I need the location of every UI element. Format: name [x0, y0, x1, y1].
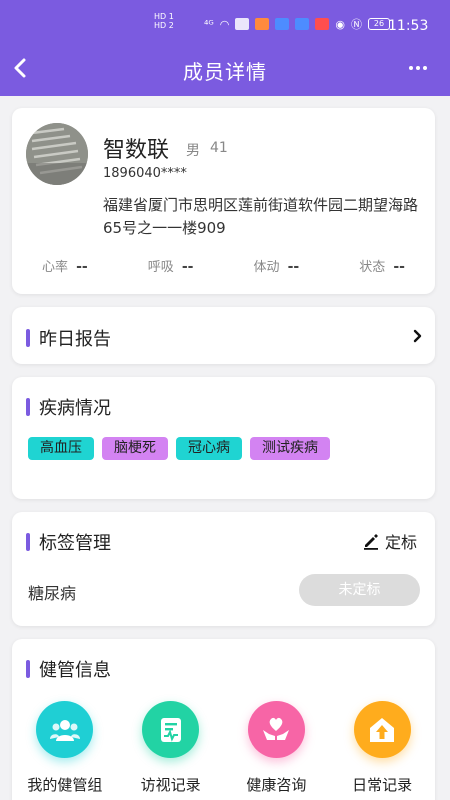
section-accent — [26, 533, 30, 551]
section-header: 标签管理 — [26, 529, 111, 555]
health-item-label: 我的健管组 — [27, 776, 103, 794]
app-notification-icon — [235, 18, 250, 30]
vitals-row: 心率 -- 呼吸 -- 体动 -- 状态 -- — [12, 256, 435, 275]
vital-label: 状态 — [359, 260, 386, 275]
health-item-label: 日常记录 — [352, 776, 413, 794]
vital-value: -- — [393, 259, 405, 275]
more-button[interactable] — [402, 54, 434, 82]
disease-card: 疾病情况 高血压 脑梗死 冠心病 测试疾病 — [12, 377, 435, 499]
section-title: 昨日报告 — [39, 329, 111, 350]
status-icons: ⁴ᴳ ◠ ◉ Ⓝ 26 — [204, 16, 390, 32]
member-address: 福建省厦门市思明区莲前街道软件园二期望海路65号之一一楼909 — [103, 196, 419, 237]
eye-icon: ◉ — [335, 17, 345, 31]
tag-row-label: 糖尿病 — [28, 584, 77, 603]
chevron-right-icon — [413, 329, 422, 343]
status-time: 11:53 — [388, 18, 429, 34]
health-item-label: 健康咨询 — [246, 776, 307, 794]
tag-management-card: 标签管理 定标 糖尿病 未定标 — [12, 512, 435, 626]
more-icon — [409, 66, 413, 70]
vital-value: -- — [181, 259, 194, 275]
health-item-visit[interactable]: 访视记录 — [118, 701, 224, 795]
section-title: 健管信息 — [39, 660, 111, 681]
app-notification-icon — [255, 18, 270, 30]
visit-record-icon — [142, 701, 200, 758]
nfc-icon: Ⓝ — [351, 18, 362, 31]
mark-tag-label: 定标 — [385, 533, 418, 552]
health-item-daily[interactable]: 日常记录 — [329, 701, 435, 795]
mark-tag-button[interactable]: 定标 — [362, 529, 417, 553]
vital-status: 状态 -- — [329, 256, 435, 275]
member-phone: 1896040**** — [103, 166, 187, 181]
sim-badge-2: HD 2 — [154, 21, 174, 30]
vital-label: 心率 — [42, 260, 69, 275]
sim-badge-1: HD 1 — [154, 12, 174, 21]
vital-movement: 体动 -- — [224, 256, 330, 275]
disease-tag: 测试疾病 — [250, 437, 330, 460]
member-name: 智数联 — [103, 138, 170, 163]
home-up-icon — [353, 701, 411, 758]
vital-value: -- — [76, 259, 88, 275]
disease-tag: 脑梗死 — [102, 437, 168, 460]
status-bar: HD 1 HD 2 ⁴ᴳ ◠ ◉ Ⓝ 26 11:53 — [0, 0, 450, 44]
health-info-card: 健管信息 我的健管组 访视记录 健康咨询 日常记录 — [12, 639, 435, 800]
section-accent — [26, 660, 30, 678]
heart-hands-icon — [247, 701, 305, 758]
section-accent — [26, 398, 30, 416]
section-title: 标签管理 — [39, 533, 111, 554]
vital-label: 体动 — [253, 260, 280, 275]
app-notification-icon — [295, 18, 310, 30]
section-header: 疾病情况 — [26, 394, 111, 420]
disease-tag: 高血压 — [28, 437, 94, 460]
vital-heart-rate: 心率 -- — [12, 256, 118, 275]
section-header: 昨日报告 — [26, 325, 111, 351]
profile-card: 智数联 男 41 1896040**** 福建省厦门市思明区莲前街道软件园二期望… — [12, 108, 435, 294]
health-item-label: 访视记录 — [140, 776, 201, 794]
avatar[interactable] — [26, 123, 88, 185]
signal-icon: ⁴ᴳ — [204, 17, 214, 31]
yesterday-report-card[interactable]: 昨日报告 — [12, 307, 435, 364]
member-age: 41 — [210, 140, 228, 156]
vital-value: -- — [287, 259, 300, 275]
group-icon — [36, 701, 94, 758]
health-item-group[interactable]: 我的健管组 — [12, 701, 118, 795]
top-bar: HD 1 HD 2 ⁴ᴳ ◠ ◉ Ⓝ 26 11:53 成员详情 — [0, 0, 450, 96]
disease-tags: 高血压 脑梗死 冠心病 测试疾病 — [28, 437, 330, 460]
vital-respiration: 呼吸 -- — [118, 256, 224, 275]
battery-icon: 26 — [368, 18, 390, 30]
sim-badges: HD 1 HD 2 — [154, 12, 174, 30]
app-notification-icon — [275, 18, 290, 30]
wifi-icon: ◠ — [219, 17, 230, 31]
edit-icon — [364, 534, 378, 550]
page-title: 成员详情 — [183, 60, 267, 84]
section-accent — [26, 329, 30, 347]
vital-label: 呼吸 — [147, 260, 174, 275]
section-header: 健管信息 — [26, 656, 111, 682]
section-title: 疾病情况 — [39, 398, 111, 419]
disease-tag: 冠心病 — [176, 437, 242, 460]
member-gender: 男 — [186, 143, 200, 159]
tag-status-pill[interactable]: 未定标 — [299, 574, 420, 606]
app-notification-icon — [315, 18, 330, 30]
health-item-consult[interactable]: 健康咨询 — [224, 701, 330, 795]
health-grid: 我的健管组 访视记录 健康咨询 日常记录 — [12, 701, 435, 795]
avatar-image — [26, 123, 88, 185]
